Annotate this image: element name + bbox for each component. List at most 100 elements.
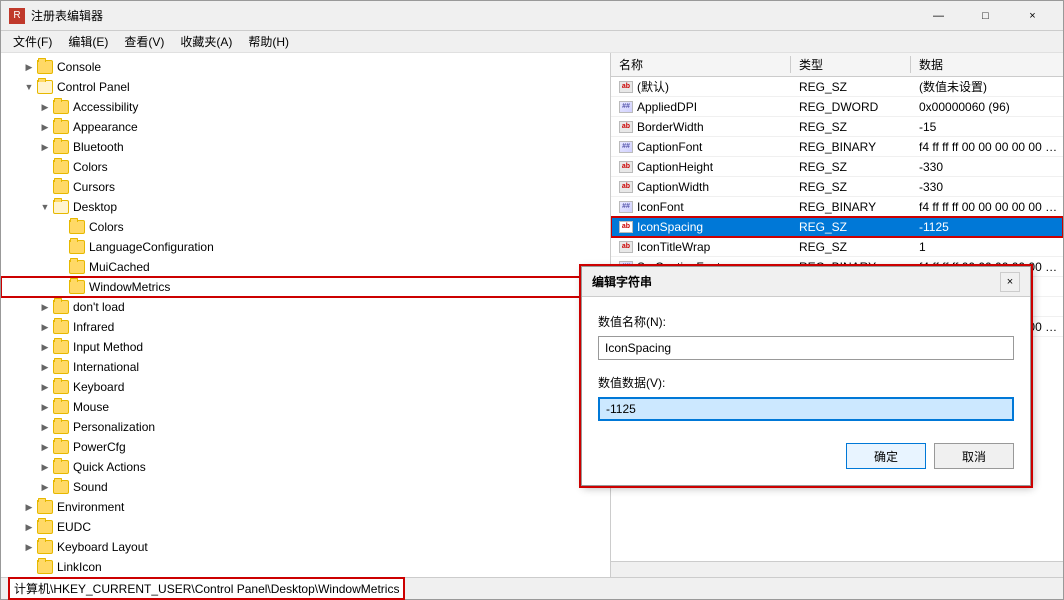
tree-label-input-method: Input Method	[73, 340, 143, 354]
tree-item-accessibility[interactable]: ▶ Accessibility	[1, 97, 610, 117]
expand-icon-ir: ▶	[37, 319, 53, 335]
dialog-close-button[interactable]: ×	[1000, 272, 1020, 292]
edit-string-dialog: 编辑字符串 × 数值名称(N): 数值数据(V): 确定 取消	[581, 266, 1031, 486]
folder-icon-pc	[53, 440, 69, 454]
tree-label-appearance: Appearance	[73, 120, 138, 134]
tree-item-lang-config[interactable]: LanguageConfiguration	[1, 237, 610, 257]
tree-item-environment[interactable]: ▶ Environment	[1, 497, 610, 517]
tree-item-mouse[interactable]: ▶ Mouse	[1, 397, 610, 417]
tree-item-powercfg[interactable]: ▶ PowerCfg	[1, 437, 610, 457]
reg-icon-7: ab	[619, 221, 633, 233]
table-row[interactable]: ## CaptionFont REG_BINARY f4 ff ff ff 00…	[611, 137, 1063, 157]
dialog-ok-button[interactable]: 确定	[846, 443, 926, 469]
tree-label-window-metrics: WindowMetrics	[89, 280, 170, 294]
expand-icon-cu	[37, 179, 53, 195]
table-row[interactable]: ab CaptionHeight REG_SZ -330	[611, 157, 1063, 177]
title-bar: R 注册表编辑器 — □ ×	[1, 1, 1063, 31]
app-icon: R	[9, 8, 25, 24]
menu-file[interactable]: 文件(F)	[5, 31, 60, 52]
tree-label-muicached: MuiCached	[89, 260, 150, 274]
dialog-cancel-button[interactable]: 取消	[934, 443, 1014, 469]
tree-label-desktop-colors: Colors	[89, 220, 124, 234]
left-panel: ▶ Console ▼ Control Panel ▶ Accessibilit…	[1, 53, 611, 577]
folder-icon-en	[37, 500, 53, 514]
folder-icon-so	[53, 480, 69, 494]
folder-icon-dt	[53, 200, 69, 214]
tree-item-linkicon[interactable]: LinkIcon	[1, 557, 610, 577]
tree-item-keyboard[interactable]: ▶ Keyboard	[1, 377, 610, 397]
tree-item-console[interactable]: ▶ Console	[1, 57, 610, 77]
cell-name-3: ## CaptionFont	[611, 140, 791, 154]
tree-item-infrared[interactable]: ▶ Infrared	[1, 317, 610, 337]
minimize-button[interactable]: —	[916, 5, 961, 27]
tree-item-window-metrics[interactable]: WindowMetrics	[1, 277, 610, 297]
folder-icon-pe	[53, 420, 69, 434]
tree-label-keyboard-layout: Keyboard Layout	[57, 540, 148, 554]
menu-favorites[interactable]: 收藏夹(A)	[172, 31, 240, 52]
cell-type-3: REG_BINARY	[791, 140, 911, 154]
folder-icon-ap	[53, 120, 69, 134]
expand-icon-ac: ▶	[37, 99, 53, 115]
tree-item-sound[interactable]: ▶ Sound	[1, 477, 610, 497]
tree-item-appearance[interactable]: ▶ Appearance	[1, 117, 610, 137]
table-row[interactable]: ab (默认) REG_SZ (数值未设置)	[611, 77, 1063, 97]
tree-item-personalization[interactable]: ▶ Personalization	[1, 417, 610, 437]
folder-icon-cl	[53, 160, 69, 174]
folder-icon-cp	[37, 80, 53, 94]
expand-icon-kb: ▶	[37, 379, 53, 395]
dialog-name-input[interactable]	[598, 336, 1014, 360]
tree-item-keyboard-layout[interactable]: ▶ Keyboard Layout	[1, 537, 610, 557]
folder-icon-dc	[69, 220, 85, 234]
table-row[interactable]: ## IconFont REG_BINARY f4 ff ff ff 00 00…	[611, 197, 1063, 217]
table-row[interactable]: ab CaptionWidth REG_SZ -330	[611, 177, 1063, 197]
tree-item-colors[interactable]: Colors	[1, 157, 610, 177]
cell-type-1: REG_DWORD	[791, 100, 911, 114]
menu-view[interactable]: 查看(V)	[116, 31, 172, 52]
tree-item-desktop[interactable]: ▼ Desktop	[1, 197, 610, 217]
reg-icon-1: ##	[619, 101, 633, 113]
folder-icon-dl	[53, 300, 69, 314]
expand-icon-qa: ▶	[37, 459, 53, 475]
dialog-title-text: 编辑字符串	[592, 273, 652, 290]
expand-icon-kl: ▶	[21, 539, 37, 555]
cell-name-1: ## AppliedDPI	[611, 100, 791, 114]
tree-item-quick-actions[interactable]: ▶ Quick Actions	[1, 457, 610, 477]
horizontal-scrollbar[interactable]	[611, 561, 1063, 577]
folder-icon-li	[37, 560, 53, 574]
registry-tree[interactable]: ▶ Console ▼ Control Panel ▶ Accessibilit…	[1, 53, 610, 577]
menu-edit[interactable]: 编辑(E)	[60, 31, 116, 52]
tree-item-eudc[interactable]: ▶ EUDC	[1, 517, 610, 537]
tree-item-desktop-colors[interactable]: Colors	[1, 217, 610, 237]
table-header: 名称 类型 数据	[611, 53, 1063, 77]
window-title: 注册表编辑器	[31, 7, 103, 24]
tree-item-input-method[interactable]: ▶ Input Method	[1, 337, 610, 357]
menu-help[interactable]: 帮助(H)	[240, 31, 297, 52]
cell-data-7: -1125	[911, 220, 1063, 234]
dialog-value-input[interactable]	[598, 397, 1014, 421]
tree-item-dont-load[interactable]: ▶ don't load	[1, 297, 610, 317]
close-button[interactable]: ×	[1010, 5, 1055, 27]
status-bar: 计算机\HKEY_CURRENT_USER\Control Panel\Desk…	[1, 577, 1063, 599]
tree-item-muicached[interactable]: MuiCached	[1, 257, 610, 277]
table-row[interactable]: ## AppliedDPI REG_DWORD 0x00000060 (96)	[611, 97, 1063, 117]
cell-type-0: REG_SZ	[791, 80, 911, 94]
tree-item-control-panel[interactable]: ▼ Control Panel	[1, 77, 610, 97]
table-row[interactable]: ab BorderWidth REG_SZ -15	[611, 117, 1063, 137]
tree-label-desktop: Desktop	[73, 200, 117, 214]
maximize-button[interactable]: □	[963, 5, 1008, 27]
tree-label-international: International	[73, 360, 139, 374]
tree-item-cursors[interactable]: Cursors	[1, 177, 610, 197]
tree-label-mouse: Mouse	[73, 400, 109, 414]
tree-item-bluetooth[interactable]: ▶ Bluetooth	[1, 137, 610, 157]
reg-icon-6: ##	[619, 201, 633, 213]
folder-icon	[37, 60, 53, 74]
cell-name-0: ab (默认)	[611, 78, 791, 95]
expand-icon-dt: ▼	[37, 199, 53, 215]
window-controls: — □ ×	[916, 5, 1055, 27]
table-row-iconspacing[interactable]: ab IconSpacing REG_SZ -1125	[611, 217, 1063, 237]
expand-icon-li	[21, 559, 37, 575]
table-row[interactable]: ab IconTitleWrap REG_SZ 1	[611, 237, 1063, 257]
tree-item-international[interactable]: ▶ International	[1, 357, 610, 377]
tree-label-accessibility: Accessibility	[73, 100, 138, 114]
folder-icon-qa	[53, 460, 69, 474]
